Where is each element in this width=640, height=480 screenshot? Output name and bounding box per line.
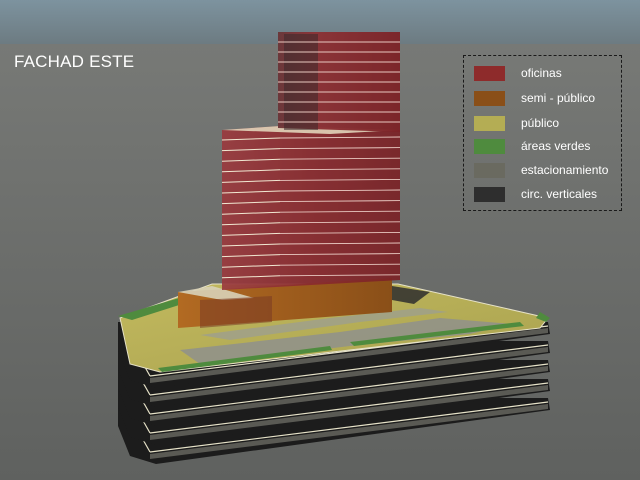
legend-swatch: [474, 91, 505, 106]
legend-label: estacionamiento: [521, 163, 609, 177]
office-tower-upper: [278, 32, 400, 132]
legend-label: circ. verticales: [521, 187, 598, 201]
legend-label: áreas verdes: [521, 139, 591, 153]
legend-swatch: [474, 66, 505, 81]
office-tower-lower: [221, 126, 401, 290]
legend: oficinas semi - público público áreas ve…: [463, 55, 622, 211]
legend-swatch: [474, 187, 505, 202]
legend-swatch: [474, 116, 505, 131]
legend-swatch: [474, 163, 505, 178]
legend-swatch: [474, 139, 505, 154]
legend-label: público: [521, 116, 560, 130]
legend-label: oficinas: [521, 66, 562, 80]
view-title: FACHAD ESTE: [14, 52, 135, 71]
legend-label: semi - público: [521, 91, 596, 105]
